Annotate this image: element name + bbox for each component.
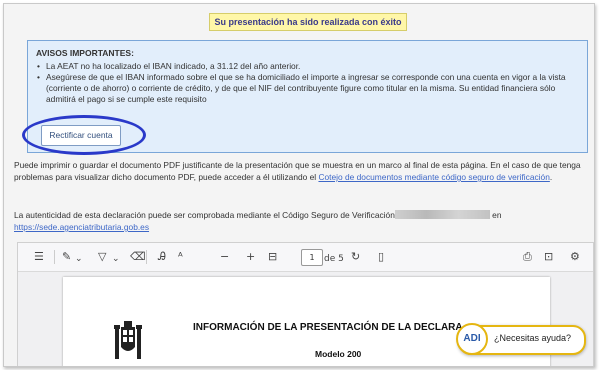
- notice-item-iban-not-found: La AEAT no ha localizado el IBAN indicad…: [37, 61, 586, 72]
- csv-paragraph: La autenticidad de esta declaración pued…: [14, 209, 594, 233]
- zoom-out-icon[interactable]: −: [220, 250, 229, 264]
- toolbar-divider: [54, 250, 55, 264]
- redacted-csv-code: [394, 210, 490, 219]
- notice-item-iban-requirement: Asegúrese de que el IBAN informado sobre…: [37, 72, 586, 105]
- help-label: ¿Necesitas ayuda?: [494, 333, 572, 343]
- page-number-input[interactable]: 1: [301, 249, 323, 266]
- rotate-icon[interactable]: ↻: [351, 250, 360, 264]
- success-banner: Su presentación ha sido realizada con éx…: [209, 13, 407, 31]
- document-subtitle: Modelo 200: [315, 349, 362, 359]
- pdf-info-end: .: [549, 172, 553, 182]
- help-chat-button[interactable]: ADI ¿Necesitas ayuda?: [456, 323, 586, 355]
- chevron-down-icon[interactable]: ⌄: [112, 252, 120, 266]
- coat-of-arms-icon: [114, 321, 142, 359]
- notice-title: AVISOS IMPORTANTES:: [36, 48, 134, 58]
- save-icon[interactable]: ⊡: [544, 250, 553, 264]
- highlighter-icon[interactable]: ✎: [62, 250, 71, 264]
- cotejo-documentos-link[interactable]: Cotejo de documentos mediante código seg…: [318, 172, 549, 182]
- sede-link[interactable]: https://sede.agenciatributaria.gob.es: [14, 222, 149, 232]
- chevron-down-icon[interactable]: ⌄: [75, 252, 83, 266]
- notice-list: La AEAT no ha localizado el IBAN indicad…: [36, 61, 586, 105]
- pdf-toolbar: ☰ ✎ ⌄ ▽ ⌄ ⌫ Ꭿ ᴬ − + ⊟ 1 de 5 ↻ ▯ ⎙ ⊡ ⚙: [18, 243, 593, 272]
- pdf-info-paragraph: Puede imprimir o guardar el documento PD…: [14, 159, 594, 183]
- read-aloud-icon[interactable]: ᴬ: [178, 250, 183, 264]
- print-icon[interactable]: ⎙: [523, 250, 532, 264]
- draw-icon[interactable]: ▽: [98, 250, 106, 264]
- page-view-icon[interactable]: ▯: [378, 250, 384, 264]
- eraser-icon[interactable]: ⌫: [130, 250, 146, 264]
- fit-page-icon[interactable]: ⊟: [268, 250, 277, 264]
- text-icon[interactable]: Ꭿ: [158, 250, 166, 264]
- adi-assistant-icon: ADI: [456, 323, 488, 355]
- important-notice-box: AVISOS IMPORTANTES: La AEAT no ha locali…: [27, 40, 588, 153]
- outline-icon[interactable]: ☰: [34, 250, 44, 264]
- rectificar-cuenta-button[interactable]: Rectificar cuenta: [41, 125, 121, 146]
- toolbar-divider: [146, 250, 147, 264]
- settings-icon[interactable]: ⚙: [570, 250, 580, 264]
- document-title: INFORMACIÓN DE LA PRESENTACIÓN DE LA DEC…: [193, 322, 463, 333]
- csv-text: La autenticidad de esta declaración pued…: [14, 210, 395, 220]
- zoom-in-icon[interactable]: +: [246, 250, 255, 264]
- page-frame: Su presentación ha sido realizada con éx…: [3, 3, 595, 367]
- page-total: de 5: [324, 254, 344, 264]
- adi-logo-text: ADI: [463, 333, 481, 344]
- csv-after-text: en: [489, 210, 502, 220]
